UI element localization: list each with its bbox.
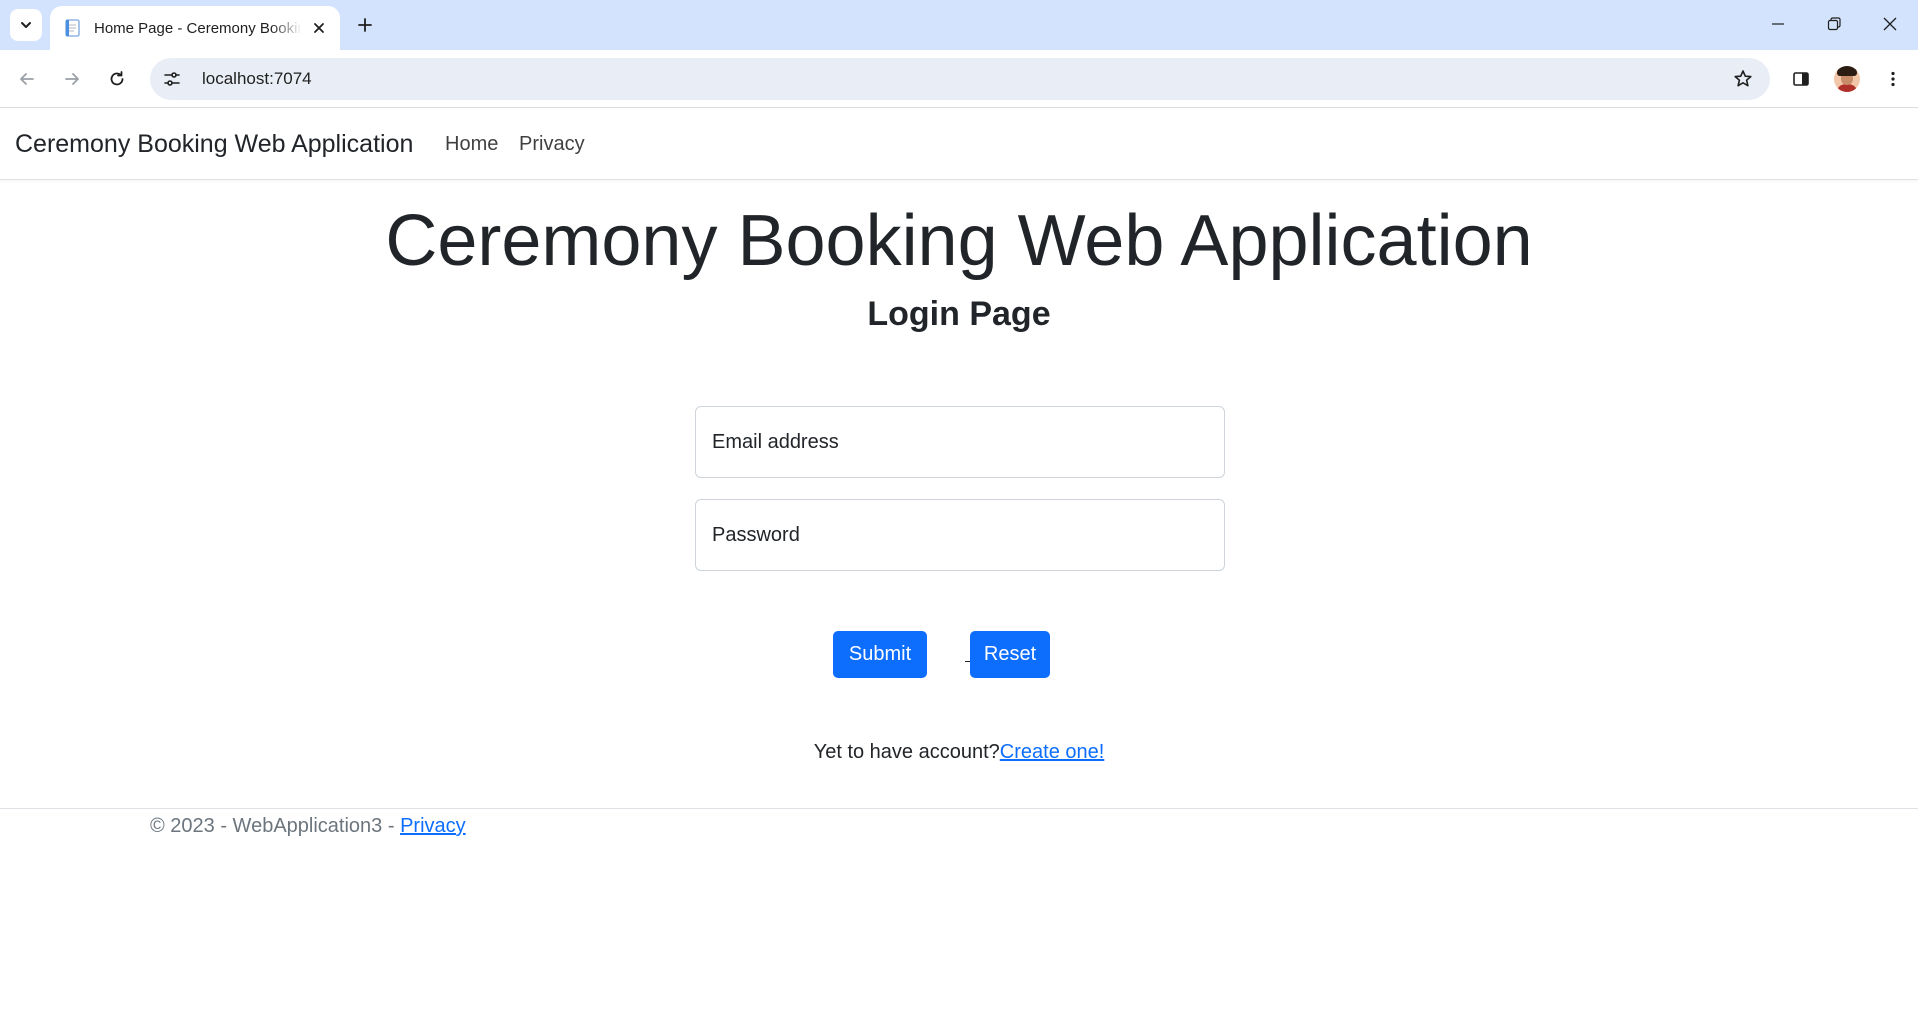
chevron-down-icon bbox=[21, 22, 31, 28]
reload-button[interactable] bbox=[100, 62, 134, 96]
forward-button[interactable] bbox=[55, 62, 89, 96]
side-panel-button[interactable] bbox=[1784, 62, 1818, 96]
close-icon bbox=[1883, 17, 1897, 31]
copyright-text: © 2023 - WebApplication3 - bbox=[150, 815, 401, 837]
password-field[interactable] bbox=[695, 499, 1225, 571]
create-account-link[interactable]: Create one! bbox=[1000, 741, 1105, 763]
browser-toolbar: localhost:7074 bbox=[0, 50, 1918, 108]
plus-icon bbox=[358, 18, 372, 32]
page-title: Ceremony Booking Web Application bbox=[385, 201, 1533, 281]
site-info-button[interactable] bbox=[154, 61, 190, 97]
footer-text-row: © 2023 - WebApplication3 - Privacy bbox=[150, 815, 466, 838]
browser-menu-button[interactable] bbox=[1876, 62, 1910, 96]
more-vert-icon bbox=[1891, 71, 1895, 87]
reload-icon bbox=[110, 71, 124, 86]
minimize-button[interactable] bbox=[1758, 8, 1798, 40]
nav-link-privacy[interactable]: Privacy bbox=[519, 133, 585, 156]
arrow-right-icon bbox=[65, 73, 79, 85]
profile-button[interactable] bbox=[1830, 62, 1864, 96]
tab-close-button[interactable] bbox=[308, 17, 330, 39]
email-field[interactable] bbox=[695, 406, 1225, 478]
footer: © 2023 - WebApplication3 - Privacy bbox=[0, 808, 1918, 1017]
signup-prompt-row: Yet to have account?Create one! bbox=[0, 741, 1918, 764]
nav-link-home[interactable]: Home bbox=[445, 133, 498, 156]
close-window-button[interactable] bbox=[1870, 8, 1910, 40]
signup-prompt-text: Yet to have account? bbox=[813, 741, 1000, 763]
page-favicon-icon bbox=[65, 19, 80, 37]
star-icon bbox=[1734, 70, 1752, 87]
url-text: localhost:7074 bbox=[202, 69, 312, 88]
bookmark-button[interactable] bbox=[1730, 66, 1756, 92]
browser-tabstrip: Home Page - Ceremony Booking Web Applica… bbox=[0, 0, 1918, 50]
app-navbar: Ceremony Booking Web Application Home Pr… bbox=[0, 109, 1918, 180]
reset-button[interactable]: Reset bbox=[970, 631, 1050, 678]
close-icon bbox=[314, 23, 324, 33]
tab-search-button[interactable] bbox=[10, 9, 42, 41]
minimize-icon bbox=[1772, 23, 1784, 25]
address-bar[interactable]: localhost:7074 bbox=[150, 58, 1770, 100]
restore-button[interactable] bbox=[1814, 8, 1854, 40]
submit-button[interactable]: Submit bbox=[833, 631, 927, 678]
avatar bbox=[1834, 66, 1860, 92]
navbar-brand[interactable]: Ceremony Booking Web Application bbox=[15, 130, 413, 159]
arrow-left-icon bbox=[20, 73, 34, 85]
browser-tab-active[interactable]: Home Page - Ceremony Booking Web Applica… bbox=[50, 6, 340, 50]
tab-title: Home Page - Ceremony Booking Web Applica… bbox=[94, 19, 302, 37]
footer-privacy-link[interactable]: Privacy bbox=[400, 815, 466, 837]
back-button[interactable] bbox=[10, 62, 44, 96]
side-panel-icon bbox=[1793, 72, 1809, 86]
page-subtitle: Login Page bbox=[867, 295, 1051, 333]
tune-icon bbox=[164, 72, 180, 86]
new-tab-button[interactable] bbox=[352, 12, 378, 38]
restore-icon bbox=[1827, 17, 1841, 31]
